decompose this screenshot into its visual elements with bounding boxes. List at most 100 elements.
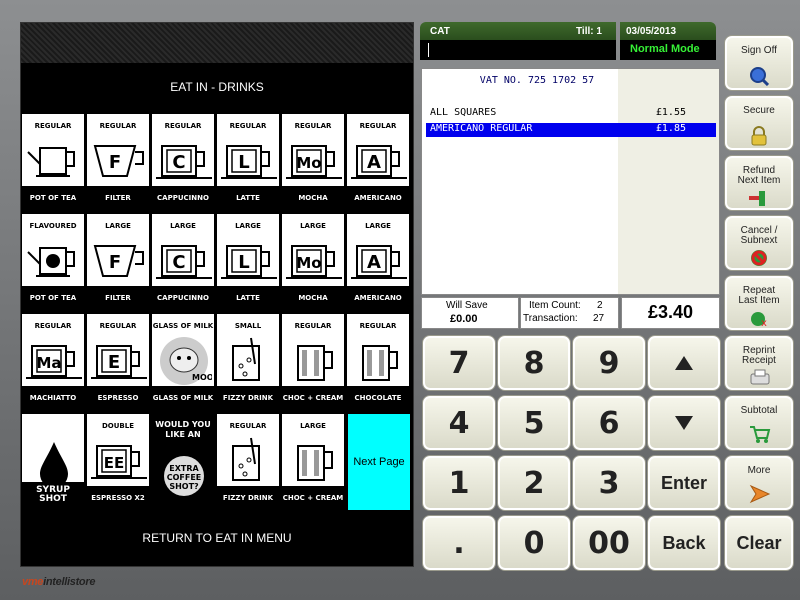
- product-button[interactable]: DOUBLE EE ESPRESSO X2: [86, 413, 150, 511]
- up-arrow-icon: [675, 356, 693, 370]
- product-size-label: FLAVOURED: [29, 222, 77, 230]
- product-name: CHOC + CREAM: [282, 386, 344, 410]
- keypad-key[interactable]: 5: [497, 395, 571, 451]
- product-panel: EAT IN - DRINKS REGULAR POT OF TEA REGULA…: [20, 22, 414, 567]
- next-page-button[interactable]: Next Page: [347, 413, 411, 511]
- product-button[interactable]: REGULAR Ma MACHIATTO: [21, 313, 85, 411]
- product-button[interactable]: REGULAR POT OF TEA: [21, 113, 85, 211]
- keypad-key[interactable]: .: [422, 515, 496, 571]
- receipt-line[interactable]: AMERICANO REGULAR £1.85: [426, 123, 716, 137]
- product-button[interactable]: LARGE CHOC + CREAM: [281, 413, 345, 511]
- product-size-label: LARGE: [105, 222, 131, 230]
- down-arrow-button[interactable]: [647, 395, 721, 451]
- keypad-key[interactable]: 2: [497, 455, 571, 511]
- category-title: EAT IN - DRINKS: [170, 80, 264, 94]
- keypad-key[interactable]: 3: [572, 455, 646, 511]
- product-button[interactable]: GLASS OF MILK MOO! GLASS OF MILK: [151, 313, 215, 411]
- product-button[interactable]: REGULAR FIZZY DRINK: [216, 413, 280, 511]
- status-header: CAT Till: 1 03/05/2013 Normal Mode: [420, 22, 718, 60]
- cart-icon: [750, 426, 771, 443]
- product-button[interactable]: FLAVOURED POT OF TEA: [21, 213, 85, 311]
- product-size-label: LARGE: [235, 222, 261, 230]
- receipt-item-name: AMERICANO REGULAR: [430, 123, 533, 134]
- return-to-menu-button[interactable]: RETURN TO EAT IN MENU: [21, 523, 413, 566]
- keypad-key[interactable]: 00: [572, 515, 646, 571]
- cup-icon: L: [221, 245, 277, 279]
- product-button[interactable]: REGULAR CHOCOLATE: [346, 313, 410, 411]
- cup-icon: C: [156, 245, 212, 279]
- padlock-icon: [751, 126, 767, 146]
- keypad-key[interactable]: 0: [497, 515, 571, 571]
- clear-button[interactable]: Clear: [724, 515, 794, 571]
- product-size-label: REGULAR: [294, 122, 332, 130]
- cup-icon: EE: [91, 445, 147, 479]
- till-number: Till: 1: [576, 26, 602, 37]
- product-name: CAPPUCINNO: [152, 186, 214, 210]
- keypad-key[interactable]: 8: [497, 335, 571, 391]
- keypad-key[interactable]: 9: [572, 335, 646, 391]
- keypad-key[interactable]: 4: [422, 395, 496, 451]
- svg-text:A: A: [367, 152, 381, 173]
- cow-icon: MOO!: [160, 337, 212, 385]
- keypad-key[interactable]: 6: [572, 395, 646, 451]
- product-button[interactable]: REGULAR F FILTER: [86, 113, 150, 211]
- product-button[interactable]: LARGE C CAPPUCINNO: [151, 213, 215, 311]
- cup-icon: A: [351, 145, 407, 179]
- teapot-icon: [27, 147, 75, 177]
- receipt-item-name: ALL SQUARES: [430, 107, 497, 118]
- up-arrow-button[interactable]: [647, 335, 721, 391]
- item-count-box: Item Count: 2 Transaction: 27: [520, 297, 619, 329]
- enter-button[interactable]: Enter: [647, 455, 721, 511]
- product-button[interactable]: REGULAR CHOC + CREAM: [281, 313, 345, 411]
- refund-arrow-icon: [749, 191, 765, 206]
- magnifier-icon: [750, 67, 769, 86]
- receipt-view[interactable]: VAT NO. 725 1702 57 ALL SQUARES £1.55 AMER…: [421, 68, 720, 295]
- filter-icon: F: [93, 145, 144, 177]
- product-size-label: REGULAR: [229, 122, 267, 130]
- will-save-value: £0.00: [450, 313, 478, 325]
- svg-text:EE: EE: [104, 454, 125, 472]
- product-button[interactable]: LARGE F FILTER: [86, 213, 150, 311]
- product-button[interactable]: LARGE A AMERICANO: [346, 213, 410, 311]
- product-name: GLASS OF MILK: [152, 386, 214, 410]
- receipt-line[interactable]: ALL SQUARES £1.55: [426, 107, 716, 121]
- product-size-label: REGULAR: [34, 322, 72, 330]
- cancel-icon: [751, 250, 767, 266]
- back-button[interactable]: Back: [647, 515, 721, 571]
- product-button[interactable]: WOULD YOU LIKE AN EXTRA COFFEE SHOT?: [151, 413, 215, 511]
- total-box: £3.40: [621, 297, 720, 329]
- operator-input[interactable]: [420, 40, 616, 60]
- repeat-last-item-button[interactable]: Repeat Last Item x: [724, 275, 794, 331]
- product-name: POT OF TEA: [22, 286, 84, 310]
- sign-off-button[interactable]: Sign Off: [724, 35, 794, 91]
- product-size-label: REGULAR: [99, 122, 137, 130]
- down-arrow-icon: [675, 416, 693, 430]
- product-button[interactable]: REGULAR Mo MOCHA: [281, 113, 345, 211]
- product-button[interactable]: LARGE L LATTE: [216, 213, 280, 311]
- product-size-label: GLASS OF MILK: [152, 322, 214, 330]
- product-name: AMERICANO: [347, 286, 409, 310]
- product-button[interactable]: REGULAR C CAPPUCINNO: [151, 113, 215, 211]
- secure-button[interactable]: Secure: [724, 95, 794, 151]
- product-button[interactable]: REGULAR E ESPRESSO: [86, 313, 150, 411]
- product-size-label: SMALL: [234, 322, 262, 330]
- more-button[interactable]: More: [724, 455, 794, 511]
- reprint-receipt-button[interactable]: Reprint Receipt: [724, 335, 794, 391]
- keypad-key[interactable]: 7: [422, 335, 496, 391]
- subtotal-button[interactable]: Subtotal: [724, 395, 794, 451]
- fizzy-glass-icon: [232, 437, 260, 481]
- product-size-label: REGULAR: [229, 422, 267, 430]
- product-name: CHOCOLATE: [347, 386, 409, 410]
- product-button[interactable]: LARGE Mo MOCHA: [281, 213, 345, 311]
- product-button[interactable]: REGULAR L LATTE: [216, 113, 280, 211]
- refund-next-item-button[interactable]: Refund Next Item: [724, 155, 794, 211]
- product-name: CAPPUCINNO: [152, 286, 214, 310]
- product-button[interactable]: SYRUP SHOT: [21, 413, 85, 511]
- product-name: LATTE: [217, 286, 279, 310]
- svg-text:x: x: [761, 318, 767, 328]
- svg-text:F: F: [109, 252, 121, 273]
- keypad-key[interactable]: 1: [422, 455, 496, 511]
- product-button[interactable]: SMALL FIZZY DRINK: [216, 313, 280, 411]
- cancel-subnext-button[interactable]: Cancel / Subnext: [724, 215, 794, 271]
- product-button[interactable]: REGULAR A AMERICANO: [346, 113, 410, 211]
